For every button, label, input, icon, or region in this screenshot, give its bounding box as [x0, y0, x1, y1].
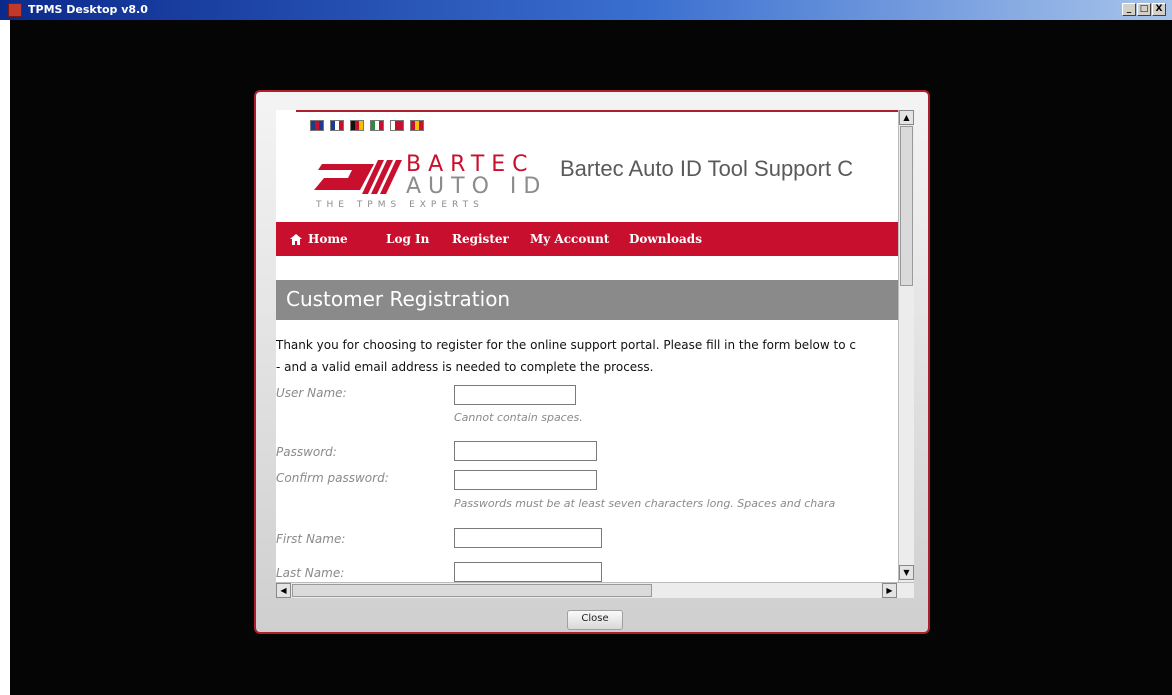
password-hint: Passwords must be at least seven charact… [454, 497, 836, 510]
maximize-button[interactable]: □ [1137, 3, 1151, 16]
window-title: TPMS Desktop v8.0 [28, 3, 148, 16]
nav-downloads[interactable]: Downloads [629, 232, 702, 246]
pl-flag-icon[interactable] [390, 120, 404, 131]
site-title: Bartec Auto ID Tool Support C [560, 156, 854, 181]
last-name-label: Last Name: [276, 566, 345, 580]
first-name-label: First Name: [276, 532, 346, 546]
nav-my-account[interactable]: My Account [530, 232, 609, 246]
confirm-password-input[interactable] [454, 470, 597, 490]
brand-subname: AUTO ID [406, 174, 548, 199]
vertical-scrollbar[interactable]: ▲ ▼ [898, 110, 914, 582]
window-controls: _ □ X [1122, 3, 1166, 16]
vertical-scroll-thumb[interactable] [900, 126, 913, 286]
intro-text-line1: Thank you for choosing to register for t… [276, 338, 856, 352]
intro-text-line2: - and a valid email address is needed to… [276, 360, 654, 374]
window-titlebar[interactable]: TPMS Desktop v8.0 _ □ X [0, 0, 1172, 20]
scroll-right-icon[interactable]: ▶ [882, 583, 897, 598]
horizontal-scroll-thumb[interactable] [292, 584, 652, 597]
logo-slashes-icon [314, 160, 402, 194]
scroll-down-icon[interactable]: ▼ [899, 565, 914, 580]
username-label: User Name: [276, 386, 347, 400]
scroll-up-icon[interactable]: ▲ [899, 110, 914, 125]
app-icon [8, 3, 22, 17]
web-page: BARTEC AUTO ID THE TPMS EXPERTS Bartec A… [276, 110, 898, 582]
minimize-button[interactable]: _ [1122, 3, 1136, 16]
fr-flag-icon[interactable] [330, 120, 344, 131]
it-flag-icon[interactable] [370, 120, 384, 131]
nav-home[interactable]: Home [308, 232, 348, 246]
site-header: BARTEC AUTO ID THE TPMS EXPERTS Bartec A… [296, 110, 898, 224]
nav-register[interactable]: Register [452, 232, 509, 246]
password-input[interactable] [454, 441, 597, 461]
scroll-left-icon[interactable]: ◀ [276, 583, 291, 598]
es-flag-icon[interactable] [410, 120, 424, 131]
first-name-input[interactable] [454, 528, 602, 548]
bartec-logo[interactable]: BARTEC AUTO ID THE TPMS EXPERTS [314, 152, 554, 214]
home-icon[interactable] [290, 234, 302, 245]
username-hint: Cannot contain spaces. [454, 411, 583, 424]
brand-tagline: THE TPMS EXPERTS [316, 200, 484, 210]
uk-flag-icon[interactable] [310, 120, 324, 131]
de-flag-icon[interactable] [350, 120, 364, 131]
browser-viewport: BARTEC AUTO ID THE TPMS EXPERTS Bartec A… [276, 110, 898, 582]
close-window-button[interactable]: X [1152, 3, 1166, 16]
username-input[interactable] [454, 385, 576, 405]
close-button[interactable]: Close [567, 610, 623, 630]
confirm-password-label: Confirm password: [276, 471, 389, 485]
horizontal-scrollbar[interactable]: ◀ ▶ [276, 582, 914, 598]
section-header: Customer Registration [276, 280, 898, 320]
main-nav: Home Log In Register My Account Download… [276, 222, 898, 256]
page-title: Customer Registration [286, 287, 511, 311]
nav-login[interactable]: Log In [386, 232, 429, 246]
last-name-input[interactable] [454, 562, 602, 582]
password-label: Password: [276, 445, 337, 459]
registration-dialog: BARTEC AUTO ID THE TPMS EXPERTS Bartec A… [254, 90, 930, 634]
language-flags [310, 120, 424, 131]
